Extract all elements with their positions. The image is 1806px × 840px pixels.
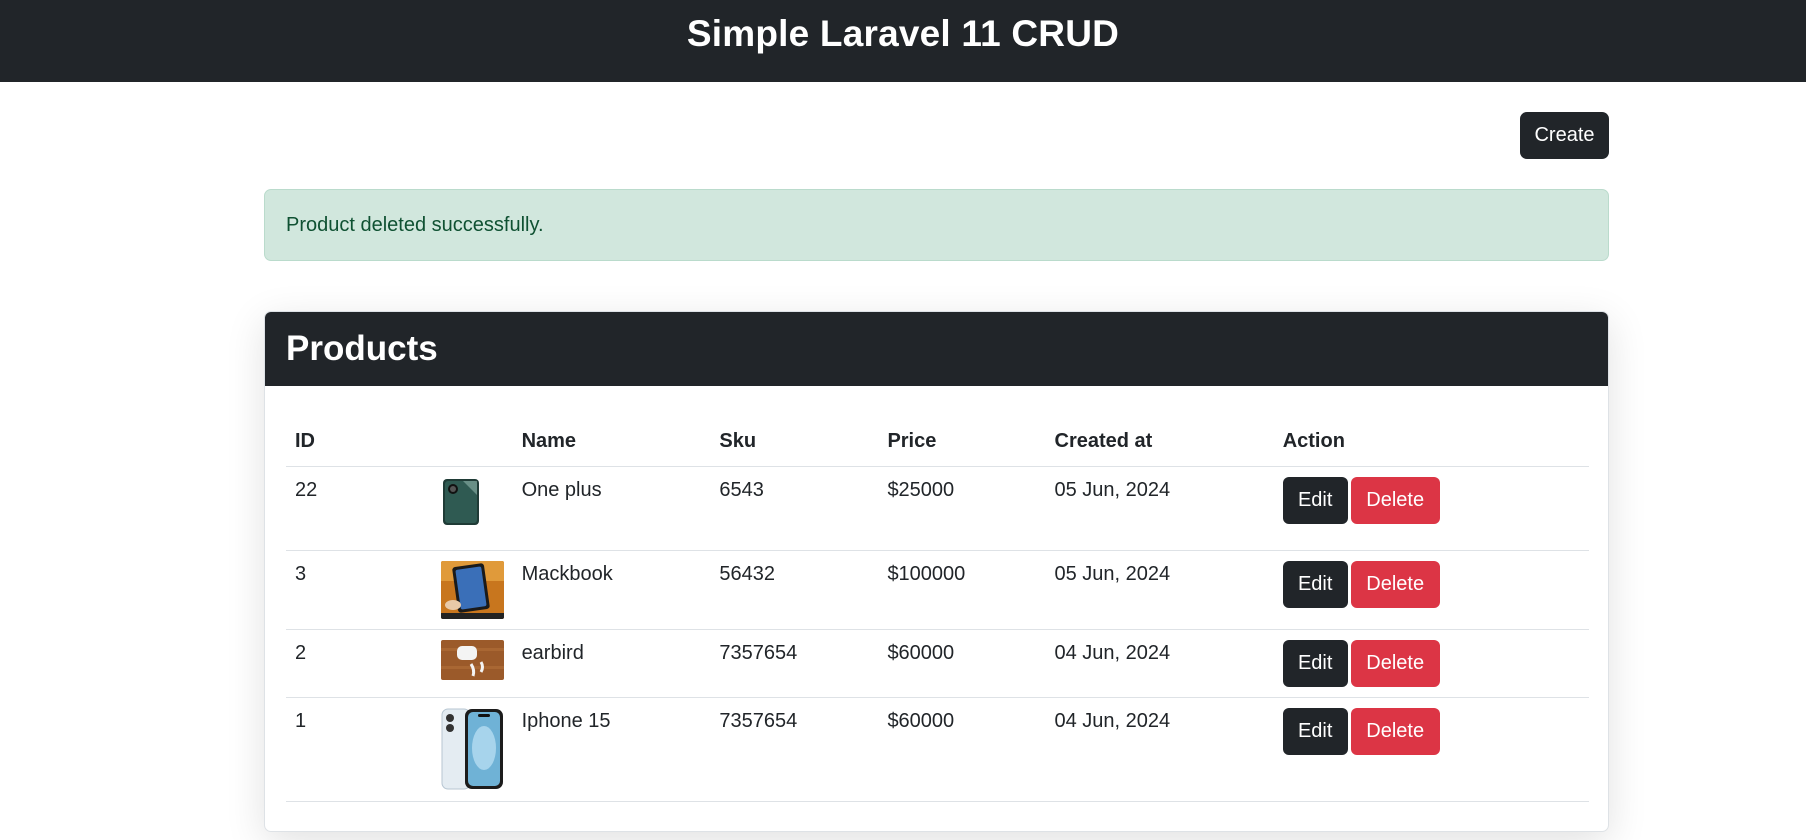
cell-name: earbird [512, 629, 711, 698]
cell-name: Iphone 15 [512, 697, 711, 802]
column-header-image [358, 417, 513, 467]
edit-button[interactable]: Edit [1282, 560, 1348, 608]
cell-name: Mackbook [512, 550, 711, 630]
cell-price: $60000 [878, 629, 1046, 698]
table-header-row: ID Name Sku Price Created at Action [286, 417, 1589, 467]
alert-message: Product deleted successfully. [286, 213, 544, 236]
cell-id: 1 [286, 697, 359, 802]
edit-button[interactable]: Edit [1282, 476, 1348, 524]
table-row: 2 earbird 7357654 $60000 04 Jun, 2024 Ed… [286, 629, 1589, 698]
edit-button[interactable]: Edit [1282, 707, 1348, 755]
card-header: Products [265, 312, 1608, 386]
cell-image [358, 697, 513, 802]
column-header-id: ID [286, 417, 359, 467]
cell-image [358, 629, 513, 698]
cell-sku: 7357654 [710, 629, 879, 698]
create-button[interactable]: Create [1520, 112, 1609, 159]
tablet-thumbnail-icon [440, 560, 504, 619]
column-header-created-at: Created at [1045, 417, 1274, 467]
cell-created-at: 04 Jun, 2024 [1045, 629, 1274, 698]
cell-action: Edit Delete [1273, 466, 1589, 551]
success-alert: Product deleted successfully. [264, 189, 1609, 261]
cell-image [358, 550, 513, 630]
cell-created-at: 04 Jun, 2024 [1045, 697, 1274, 802]
app-title: Simple Laravel 11 CRUD [686, 13, 1120, 54]
edit-button[interactable]: Edit [1282, 639, 1348, 687]
column-header-sku: Sku [710, 417, 879, 467]
column-header-action: Action [1273, 417, 1589, 467]
delete-button[interactable]: Delete [1350, 639, 1440, 687]
column-header-price: Price [878, 417, 1046, 467]
cell-action: Edit Delete [1273, 697, 1589, 802]
table-row: 1 Iphone 15 7357654 $60000 04 Jun, 2024 … [286, 697, 1589, 802]
delete-button[interactable]: Delete [1350, 707, 1440, 755]
iphone-blue-thumbnail-icon [440, 707, 504, 790]
cell-sku: 56432 [710, 550, 879, 630]
column-header-name: Name [512, 417, 711, 467]
cell-id: 3 [286, 550, 359, 630]
card-title: Products [286, 329, 438, 368]
cell-id: 2 [286, 629, 359, 698]
cell-price: $60000 [878, 697, 1046, 802]
delete-button[interactable]: Delete [1350, 476, 1440, 524]
phone-green-thumbnail-icon [440, 476, 481, 527]
cell-price: $100000 [878, 550, 1046, 630]
products-card: Products ID Name Sku Price Created at Ac… [264, 311, 1609, 832]
earbuds-thumbnail-icon [440, 639, 504, 680]
cell-name: One plus [512, 466, 711, 551]
cell-created-at: 05 Jun, 2024 [1045, 466, 1274, 551]
cell-action: Edit Delete [1273, 629, 1589, 698]
table-row: 3 Mackbook 56432 $100000 05 Jun, 2024 Ed… [286, 550, 1589, 630]
delete-button[interactable]: Delete [1350, 560, 1440, 608]
cell-created-at: 05 Jun, 2024 [1045, 550, 1274, 630]
cell-sku: 6543 [710, 466, 879, 551]
cell-action: Edit Delete [1273, 550, 1589, 630]
cell-id: 22 [286, 466, 359, 551]
cell-price: $25000 [878, 466, 1046, 551]
cell-image [358, 466, 513, 551]
products-table: ID Name Sku Price Created at Action 22 O… [286, 417, 1589, 802]
table-row: 22 One plus 6543 $25000 05 Jun, 2024 Edi… [286, 466, 1589, 551]
cell-sku: 7357654 [710, 697, 879, 802]
top-navbar: Simple Laravel 11 CRUD [0, 0, 1806, 82]
